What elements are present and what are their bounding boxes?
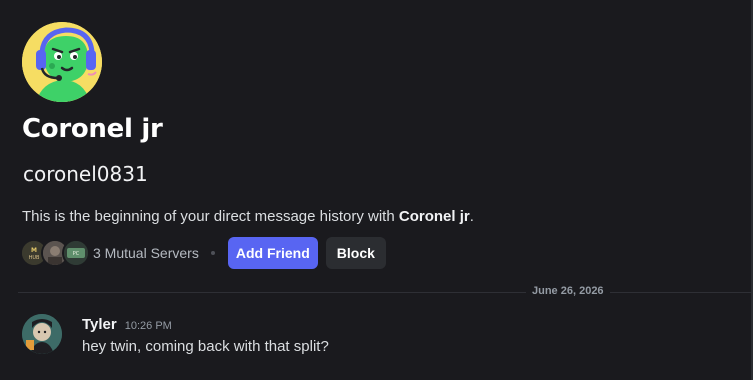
profile-username: coronel0831 (23, 162, 148, 186)
profile-actions-row: M HUB PC 3 Mutual Servers Add Friend Blo… (20, 237, 386, 269)
user-avatar-icon[interactable] (22, 314, 62, 354)
intro-name: Coronel jr (398, 208, 470, 225)
dm-intro-text: This is the beginning of your direct mes… (22, 208, 474, 225)
message-timestamp: 10:26 PM (124, 320, 172, 332)
date-divider-label: June 26, 2026 (526, 285, 610, 297)
intro-prefix: This is the beginning of your direct mes… (22, 208, 399, 225)
message-content: hey twin, coming back with that split? (82, 338, 329, 355)
dot-separator (210, 251, 215, 255)
svg-text:M: M (31, 247, 37, 254)
add-friend-button[interactable]: Add Friend (227, 237, 318, 269)
intro-suffix: . (469, 208, 474, 225)
mutual-servers-link[interactable]: 3 Mutual Servers (93, 245, 199, 261)
mutual-server-icons[interactable]: M HUB PC (20, 239, 90, 267)
svg-text:PC: PC (73, 251, 80, 257)
server-icon-3: PC (62, 239, 90, 267)
block-button[interactable]: Block (325, 237, 386, 269)
date-divider (18, 292, 751, 293)
message-author[interactable]: Tyler (82, 316, 117, 333)
svg-text:HUB: HUB (29, 255, 40, 261)
green-gamer-headset-avatar-icon (22, 22, 102, 102)
message-item[interactable]: Tyler 10:26 PM hey twin, coming back wit… (22, 314, 722, 360)
message-header: Tyler 10:26 PM (82, 316, 172, 333)
profile-display-name: Coronel jr (22, 114, 163, 144)
profile-avatar[interactable] (22, 22, 102, 102)
